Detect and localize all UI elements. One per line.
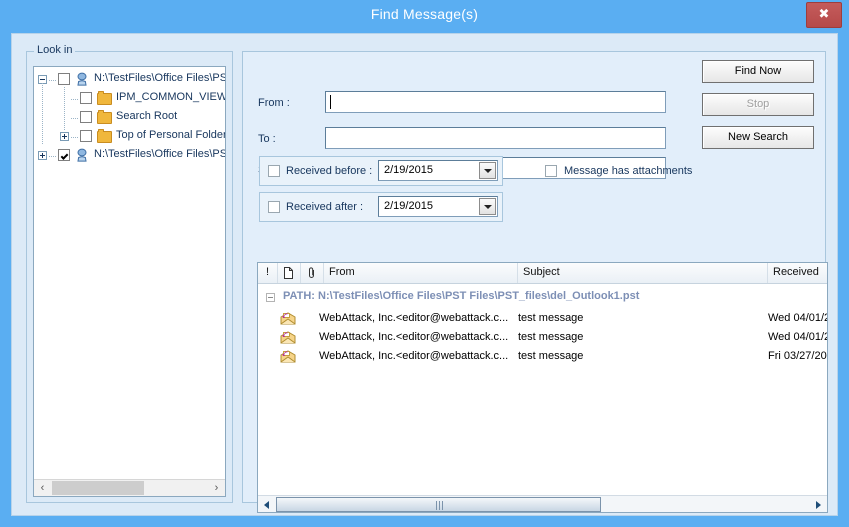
results-scroll-thumb[interactable] [276, 497, 601, 512]
tree-item-checkbox[interactable] [80, 130, 92, 142]
cell-received: Wed 04/01/2 [768, 331, 827, 343]
received-before-checkbox[interactable] [268, 165, 280, 177]
results-scroll-left-icon[interactable] [259, 497, 275, 512]
cell-subject: test message [518, 312, 584, 324]
tree-hscrollbar[interactable]: ‹ › [34, 479, 225, 496]
stop-button[interactable]: Stop [702, 93, 814, 116]
cell-from: WebAttack, Inc.<editor@webattack.c... [319, 331, 509, 343]
received-after-date[interactable]: 2/19/2015 [378, 196, 498, 217]
tree-scroll-thumb[interactable] [52, 481, 144, 495]
cell-received: Fri 03/27/200 [768, 350, 827, 362]
cell-subject: test message [518, 331, 584, 343]
chevron-down-icon[interactable] [479, 198, 496, 215]
cell-from: WebAttack, Inc.<editor@webattack.c... [319, 312, 509, 324]
text-caret [330, 95, 331, 109]
new-search-button[interactable]: New Search [702, 126, 814, 149]
client-area: Look in N:\TestFiles\Office Files\PST IPM… [11, 33, 838, 516]
received-before-label: Received before : [286, 165, 373, 177]
tree-item-label: N:\TestFiles\Office Files\PST [94, 72, 226, 84]
results-body[interactable]: PATH: N:\TestFiles\Office Files\PST File… [258, 284, 827, 496]
title-bar: Find Message(s) ✖ [0, 0, 849, 33]
window-title: Find Message(s) [370, 6, 479, 22]
tree-connector [71, 99, 78, 100]
column-subject[interactable]: Subject [518, 263, 768, 283]
from-label: From : [258, 97, 290, 109]
received-after-checkbox[interactable] [268, 201, 280, 213]
find-now-button[interactable]: Find Now [702, 60, 814, 83]
tree-connector [49, 80, 56, 81]
paperclip-icon [309, 267, 314, 278]
tree-item-label: N:\TestFiles\Office Files\PST [94, 148, 226, 160]
document-icon [284, 267, 293, 279]
look-in-legend: Look in [34, 44, 76, 56]
folder-icon [97, 110, 112, 124]
expand-icon[interactable] [60, 132, 69, 141]
tree-trunk [42, 83, 43, 145]
tree-item-checkbox[interactable] [80, 92, 92, 104]
tree-item-label: IPM_COMMON_VIEWS [116, 91, 226, 103]
tree-connector [49, 156, 56, 157]
has-attachments-checkbox[interactable] [545, 165, 557, 177]
results-group-row[interactable]: PATH: N:\TestFiles\Office Files\PST File… [258, 289, 827, 308]
table-row[interactable]: WebAttack, Inc.<editor@webattack.c... tes… [258, 311, 827, 327]
expand-icon[interactable] [38, 151, 47, 160]
results-hscrollbar[interactable] [258, 495, 827, 512]
folder-tree[interactable]: N:\TestFiles\Office Files\PST IPM_COMMON_… [33, 66, 226, 497]
tree-item-label: Top of Personal Folders [116, 129, 226, 141]
chevron-down-icon[interactable] [479, 162, 496, 179]
folder-icon [97, 129, 112, 143]
column-from[interactable]: From [324, 263, 518, 283]
results-group-label: PATH: N:\TestFiles\Office Files\PST File… [283, 290, 640, 302]
column-priority[interactable]: ! [258, 263, 278, 283]
find-messages-window: Find Message(s) ✖ Look in N:\TestFiles\O… [0, 0, 849, 527]
tree-item-checkbox[interactable] [80, 111, 92, 123]
results-scroll-right-icon[interactable] [810, 497, 826, 512]
results-list[interactable]: ! From Subject Received PATH: N:\TestFil… [257, 262, 828, 513]
collapse-icon[interactable] [266, 293, 275, 302]
cell-received: Wed 04/01/2 [768, 312, 827, 324]
column-attachment[interactable] [301, 263, 324, 283]
tree-item-checkbox[interactable] [58, 149, 70, 161]
cell-from: WebAttack, Inc.<editor@webattack.c... [319, 350, 509, 362]
scroll-grip-icon [435, 501, 443, 510]
has-attachments-label: Message has attachments [564, 165, 693, 177]
message-envelope-icon [280, 312, 296, 325]
table-row[interactable]: WebAttack, Inc.<editor@webattack.c... tes… [258, 349, 827, 365]
to-label: To : [258, 133, 276, 145]
tree-trunk [64, 87, 65, 131]
tree-item-checkbox[interactable] [58, 73, 70, 85]
cell-subject: test message [518, 350, 584, 362]
results-header: ! From Subject Received [258, 263, 827, 284]
tree-item-label: Search Root [116, 110, 178, 122]
received-after-label: Received after : [286, 201, 364, 213]
message-envelope-icon [280, 331, 296, 344]
pst-store-icon [75, 72, 89, 86]
tree-scroll-left-icon[interactable]: ‹ [34, 480, 51, 496]
column-received[interactable]: Received [768, 263, 827, 283]
close-icon[interactable]: ✖ [806, 2, 842, 28]
tree-scroll-right-icon[interactable]: › [208, 480, 225, 496]
pst-store-icon [75, 148, 89, 162]
tree-connector [71, 118, 78, 119]
tree-connector [71, 137, 78, 138]
from-input[interactable] [325, 91, 666, 113]
received-before-date[interactable]: 2/19/2015 [378, 160, 498, 181]
message-envelope-icon [280, 350, 296, 363]
folder-icon [97, 91, 112, 105]
table-row[interactable]: WebAttack, Inc.<editor@webattack.c... tes… [258, 330, 827, 346]
column-document[interactable] [278, 263, 301, 283]
to-input[interactable] [325, 127, 666, 149]
